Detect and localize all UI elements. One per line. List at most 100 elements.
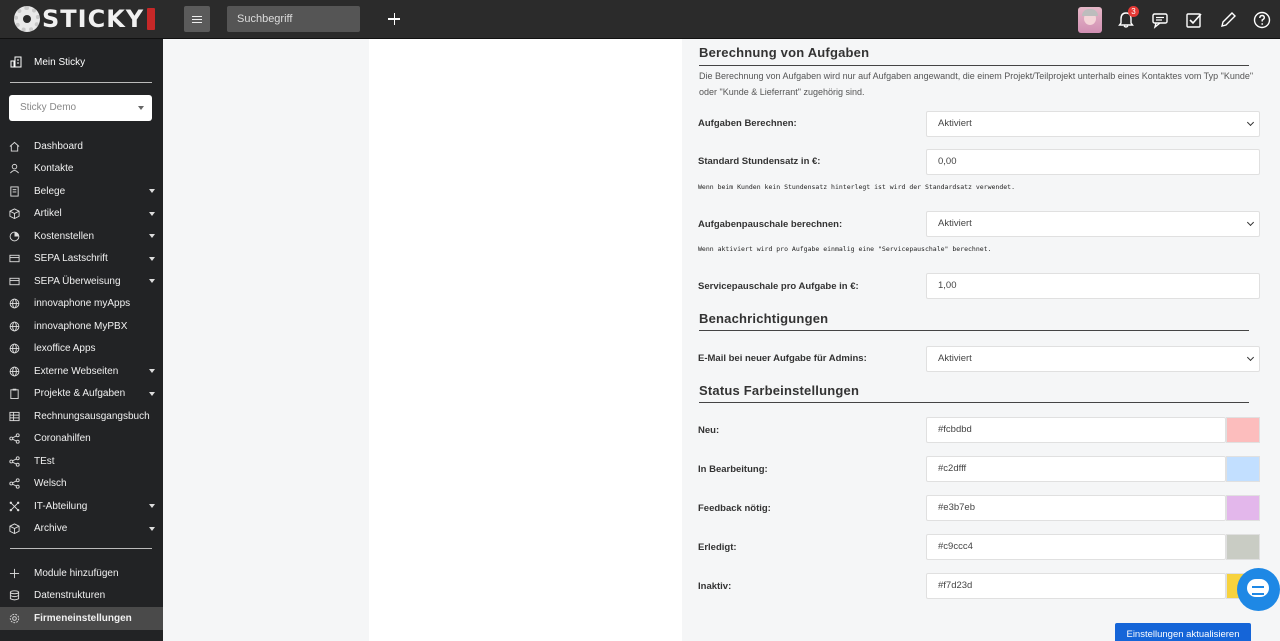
help-icon[interactable]: [1252, 10, 1272, 30]
sidebar-item-kontakte[interactable]: Kontakte: [0, 158, 163, 181]
hourly-rate-value: 0,00: [938, 156, 957, 167]
globe-icon: [9, 366, 20, 377]
chat-icon[interactable]: [1150, 10, 1170, 30]
status-color-swatch[interactable]: [1226, 417, 1260, 443]
service-fee-input[interactable]: 1,00: [926, 273, 1260, 299]
sidebar-item-coronahilfen[interactable]: Coronahilfen: [0, 428, 163, 451]
search-input[interactable]: [227, 6, 360, 32]
content-panel: [369, 39, 682, 641]
logo-badge: [147, 8, 156, 30]
sidebar-item-projekte-aufgaben[interactable]: Projekte & Aufgaben: [0, 383, 163, 406]
chevron-down-icon: [149, 234, 155, 238]
calc-tasks-select[interactable]: Aktiviert: [926, 111, 1260, 137]
sidebar-item-welsch[interactable]: Welsch: [0, 473, 163, 496]
box-icon: [9, 523, 20, 535]
sidebar-item-belege[interactable]: Belege: [0, 180, 163, 203]
sidebar-item-mein-sticky[interactable]: Mein Sticky: [10, 56, 85, 68]
sidebar-item-module-hinzufügen[interactable]: Module hinzufügen: [0, 562, 163, 585]
section-description: Die Berechnung von Aufgaben wird nur auf…: [699, 71, 1254, 97]
calc-tasks-label: Aufgaben Berechnen:: [698, 118, 797, 129]
service-fee-label: Servicepauschale pro Aufgabe in €:: [698, 281, 859, 292]
checkbox-icon[interactable]: [1184, 10, 1204, 30]
database-icon: [9, 590, 20, 601]
divider: [10, 82, 152, 83]
status-color-input[interactable]: #c9ccc4: [926, 534, 1226, 560]
gear-icon: [9, 613, 20, 624]
settings-panel: Berechnung von Aufgaben Die Berechnung v…: [682, 39, 1280, 641]
sidebar-item-label: Mein Sticky: [34, 56, 86, 68]
globe-icon: [9, 298, 20, 309]
sidebar-item-label: Firmeneinstellungen: [34, 612, 132, 624]
sidebar-item-artikel[interactable]: Artikel: [0, 203, 163, 226]
chevron-down-icon: [149, 504, 155, 508]
sidebar-item-label: innovaphone myApps: [34, 298, 131, 310]
section-title-notifications: Benachrichtigungen: [699, 311, 829, 326]
sidebar-item-rechnungsausgangsbuch[interactable]: Rechnungsausgangsbuch: [0, 405, 163, 428]
sidebar-item-label: Kostenstellen: [34, 230, 95, 242]
update-settings-button[interactable]: Einstellungen aktualisieren: [1115, 623, 1251, 641]
status-color-swatch[interactable]: [1226, 534, 1260, 560]
flat-fee-select[interactable]: Aktiviert: [926, 211, 1260, 237]
clipboard-icon: [9, 388, 20, 400]
chevron-down-icon: [149, 369, 155, 373]
globe-icon: [9, 321, 20, 332]
sidebar-item-innovaphone-mypbx[interactable]: innovaphone MyPBX: [0, 315, 163, 338]
status-color-input[interactable]: #e3b7eb: [926, 495, 1226, 521]
chevron-down-icon: [149, 526, 155, 531]
flat-fee-label: Aufgabenpauschale berechnen:: [698, 219, 843, 230]
sidebar-item-it-abteilung[interactable]: IT-Abteilung: [0, 495, 163, 518]
tenant-select[interactable]: Sticky Demo: [9, 95, 152, 121]
sidebar-item-label: Externe Webseiten: [34, 365, 119, 377]
chat-support-icon[interactable]: [1237, 568, 1280, 611]
status-color-input[interactable]: #fcbdbd: [926, 417, 1226, 443]
notification-badge: 3: [1128, 6, 1139, 17]
sidebar-item-label: innovaphone MyPBX: [34, 320, 128, 332]
status-color-swatch[interactable]: [1226, 495, 1260, 521]
email-admins-select[interactable]: Aktiviert: [926, 346, 1260, 372]
sidebar-item-label: Kontakte: [34, 163, 74, 175]
share-icon: [9, 456, 20, 467]
status-color-value: #c2dfff: [938, 463, 967, 474]
sidebar-item-datenstrukturen[interactable]: Datenstrukturen: [0, 585, 163, 608]
document-icon: [9, 186, 20, 197]
sidebar-item-lexoffice-apps[interactable]: lexoffice Apps: [0, 338, 163, 361]
pencil-icon[interactable]: [1218, 10, 1238, 30]
logo[interactable]: STICKY: [14, 4, 156, 34]
sidebar-item-sepa-lastschrift[interactable]: SEPA Lastschrift: [0, 248, 163, 271]
sidebar-item-label: lexoffice Apps: [34, 343, 96, 355]
sidebar-item-label: Coronahilfen: [34, 433, 91, 445]
home-icon: [9, 141, 20, 152]
menu-toggle-button[interactable]: [184, 6, 210, 32]
calc-tasks-value: Aktiviert: [938, 118, 972, 129]
sidebar-item-label: Datenstrukturen: [34, 590, 106, 602]
sidebar-item-archive[interactable]: Archive: [0, 518, 163, 541]
email-admins-value: Aktiviert: [938, 353, 972, 364]
sidebar-item-sepa-überweisung[interactable]: SEPA Überweisung: [0, 270, 163, 293]
sidebar-item-label: Archive: [34, 523, 68, 535]
sidebar-item-kostenstellen[interactable]: Kostenstellen: [0, 225, 163, 248]
bell-icon[interactable]: 3: [1116, 6, 1139, 30]
sidebar-item-firmeneinstellungen[interactable]: Firmeneinstellungen: [0, 607, 163, 630]
chevron-down-icon: [149, 391, 155, 396]
divider: [699, 402, 1249, 403]
hourly-rate-input[interactable]: 0,00: [926, 149, 1260, 175]
status-color-value: #e3b7eb: [938, 502, 975, 513]
hourly-rate-label: Standard Stundensatz in €:: [698, 156, 821, 167]
status-color-input[interactable]: #c2dfff: [926, 456, 1226, 482]
avatar[interactable]: [1078, 7, 1102, 33]
pie-icon: [9, 231, 20, 242]
sidebar-nav: Dashboard Kontakte Belege Artikel Kostenstel…: [0, 135, 163, 540]
status-color-input[interactable]: #f7d23d: [926, 573, 1226, 599]
sidebar-item-test[interactable]: TEst: [0, 450, 163, 473]
email-admins-label: E-Mail bei neuer Aufgabe für Admins:: [698, 353, 867, 364]
status-color-value: #f7d23d: [938, 580, 973, 591]
status-color-label: Erledigt:: [698, 542, 737, 553]
add-icon[interactable]: [384, 8, 404, 28]
chevron-down-icon: [149, 211, 155, 216]
sidebar: Mein Sticky Sticky Demo Dashboard Kontakt…: [0, 39, 163, 641]
sidebar-item-innovaphone-myapps[interactable]: innovaphone myApps: [0, 293, 163, 316]
sidebar-item-dashboard[interactable]: Dashboard: [0, 135, 163, 158]
sidebar-item-externe-webseiten[interactable]: Externe Webseiten: [0, 360, 163, 383]
sidebar-item-label: Module hinzufügen: [34, 567, 119, 579]
status-color-swatch[interactable]: [1226, 456, 1260, 482]
